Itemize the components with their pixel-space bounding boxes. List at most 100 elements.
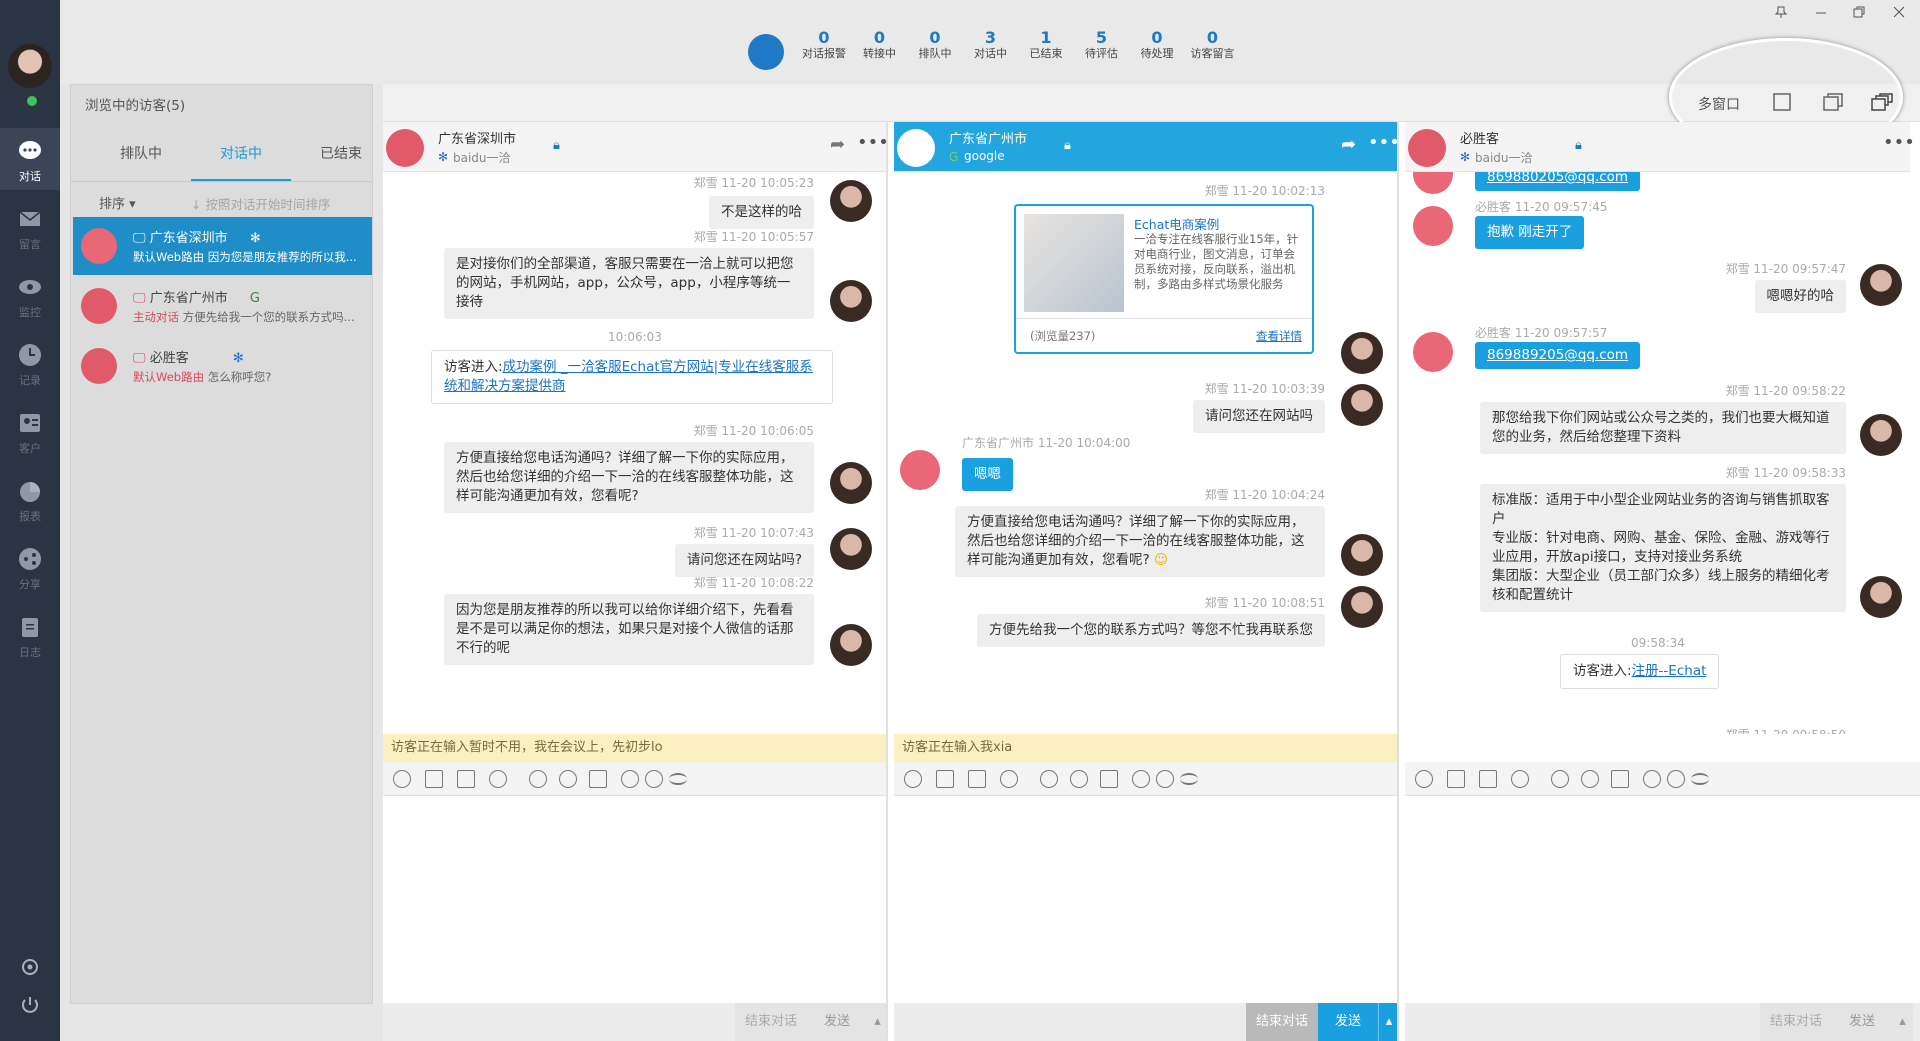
single-window-icon[interactable] [1773, 93, 1791, 111]
screenshot-icon[interactable] [936, 770, 954, 788]
visit-prefix: 访客进入: [444, 359, 503, 375]
minimize-icon[interactable] [1814, 5, 1828, 19]
link-icon[interactable] [589, 770, 607, 788]
rail-customer[interactable]: 客户 [0, 400, 60, 462]
multi-window-label[interactable]: 多窗口 [1698, 94, 1740, 114]
rating-icon[interactable] [559, 770, 577, 788]
pin-icon[interactable] [1774, 5, 1788, 19]
emoji-icon[interactable] [393, 770, 411, 788]
scissors-icon[interactable] [1000, 770, 1018, 788]
email-link[interactable]: 869880205@qq.com [1487, 172, 1628, 185]
chat-title: 必胜客 [1460, 132, 1500, 147]
visitor-name: 🖵 广东省广州市 G [133, 291, 260, 306]
stat-label: 待处理 [1140, 47, 1174, 60]
lock-icon[interactable]: 🔒︎ [553, 138, 560, 153]
forward-icon[interactable]: ➦ [1341, 134, 1356, 155]
send-options-chevron-icon[interactable]: ▴ [1892, 1003, 1913, 1041]
top-bar: 0 对话报警 0 转接中 0 排队中 3 对话中 1 已结束 5 待评估 0 待处理 0 访客留言 [60, 0, 1920, 84]
visitor-row[interactable]: 🖵 必胜客 ✻ 默认Web路由 怎么称呼您? [73, 337, 372, 395]
triple-window-icon[interactable] [1871, 93, 1893, 111]
globe-icon[interactable] [1643, 770, 1661, 788]
end-chat-button[interactable]: 结束对话 [1246, 1003, 1318, 1041]
rail-history[interactable]: 记录 [0, 332, 60, 394]
stat-item[interactable]: 3 对话中 [963, 30, 1019, 62]
dual-window-icon[interactable] [1823, 93, 1843, 111]
folder-icon[interactable] [457, 770, 475, 788]
settings-gear-icon[interactable] [19, 956, 41, 978]
emoji-icon[interactable] [1415, 770, 1433, 788]
restore-icon[interactable] [1852, 5, 1866, 19]
send-options-chevron-icon[interactable]: ▴ [1378, 1003, 1397, 1041]
case-detail-link[interactable]: 查看详情 [1256, 328, 1302, 344]
scissors-icon[interactable] [489, 770, 507, 788]
history-icon[interactable] [1667, 770, 1685, 788]
folder-icon[interactable] [1479, 770, 1497, 788]
case-card[interactable]: Echat电商案例 一洽专注在线客服行业15年，针对电商行业，图文消息，订单会员… [1014, 204, 1314, 354]
list-icon[interactable] [1180, 773, 1198, 785]
link-icon[interactable] [1611, 770, 1629, 788]
stat-label: 排队中 [918, 47, 952, 60]
link-icon[interactable] [1100, 770, 1118, 788]
globe-icon[interactable] [621, 770, 639, 788]
folder-icon[interactable] [968, 770, 986, 788]
lock-icon[interactable]: 🔒︎ [1575, 138, 1582, 153]
heart-icon[interactable] [1040, 770, 1058, 788]
history-icon[interactable] [645, 770, 663, 788]
stat-item[interactable]: 0 访客留言 [1185, 30, 1241, 62]
rail-chat[interactable]: 对话 [0, 128, 60, 190]
rail-message[interactable]: 留言 [0, 196, 60, 258]
heart-icon[interactable] [529, 770, 547, 788]
message-input[interactable] [894, 797, 1397, 1003]
stat-item[interactable]: 1 已结束 [1018, 30, 1074, 62]
send-options-chevron-icon[interactable]: ▴ [867, 1003, 886, 1041]
rail-monitor[interactable]: 监控 [0, 264, 60, 326]
heart-icon[interactable] [1551, 770, 1569, 788]
stat-item[interactable]: 0 转接中 [852, 30, 908, 62]
send-button[interactable]: 发送 [1832, 1003, 1892, 1041]
close-icon[interactable] [1892, 5, 1906, 19]
message-meta: 郑雪 11-20 10:04:24 [1204, 488, 1325, 502]
send-button[interactable]: 发送 [807, 1003, 867, 1041]
send-button[interactable]: 发送 [1318, 1003, 1378, 1041]
message-meta: 广东省广州市 11-20 10:04:00 [962, 436, 1131, 450]
lock-icon[interactable]: 🔒︎ [1064, 138, 1071, 153]
more-icon[interactable]: ••• [857, 132, 886, 153]
email-link[interactable]: 869889205@qq.com [1487, 347, 1628, 363]
stat-item[interactable]: 0 待处理 [1129, 30, 1185, 62]
stat-item[interactable]: 0 排队中 [907, 30, 963, 62]
power-icon[interactable] [19, 994, 41, 1016]
message-input[interactable] [383, 797, 886, 1003]
end-chat-button[interactable]: 结束对话 [735, 1003, 807, 1041]
more-icon[interactable]: ••• [1368, 132, 1397, 153]
rating-icon[interactable] [1070, 770, 1088, 788]
tab-chatting[interactable]: 对话中 [191, 127, 291, 181]
end-chat-button[interactable]: 结束对话 [1760, 1003, 1832, 1041]
visitor-row[interactable]: 🖵 广东省深圳市 ✻ 默认Web路由 因为您是朋友推荐的所以我... [73, 217, 372, 275]
scissors-icon[interactable] [1511, 770, 1529, 788]
tab-ended[interactable]: 已结束 [291, 127, 391, 181]
sort-hint-text: 按照对话开始时间排序 [205, 197, 331, 212]
stat-item[interactable]: 5 待评估 [1074, 30, 1130, 62]
stat-item[interactable]: 0 对话报警 [796, 30, 852, 62]
forward-icon[interactable]: ➦ [830, 134, 845, 155]
list-icon[interactable] [1691, 773, 1709, 785]
more-icon[interactable]: ••• [1883, 132, 1915, 153]
visit-prefix: 访客进入: [1573, 663, 1632, 679]
emoji-icon[interactable] [904, 770, 922, 788]
globe-icon[interactable] [1132, 770, 1150, 788]
rail-share[interactable]: 分享 [0, 536, 60, 598]
agent-avatar[interactable] [8, 44, 52, 88]
list-icon[interactable] [669, 773, 687, 785]
rating-icon[interactable] [1581, 770, 1599, 788]
tab-queue[interactable]: 排队中 [91, 127, 191, 181]
rail-report[interactable]: 报表 [0, 468, 60, 530]
screenshot-icon[interactable] [1447, 770, 1465, 788]
message-bubble: 方便直接给您电话沟通吗？详细了解一下你的实际应用，然后也给您详细的介绍一下一洽的… [955, 506, 1325, 577]
visitor-row[interactable]: 🖵 广东省广州市 G 主动对话 方便先给我一个您的联系方式吗... [73, 277, 372, 335]
screenshot-icon[interactable] [425, 770, 443, 788]
history-icon[interactable] [1156, 770, 1174, 788]
visit-link[interactable]: 注册--Echat [1632, 663, 1707, 679]
agent-avatar [1860, 264, 1902, 306]
message-input[interactable] [1405, 797, 1920, 1003]
rail-log[interactable]: 日志 [0, 604, 60, 666]
